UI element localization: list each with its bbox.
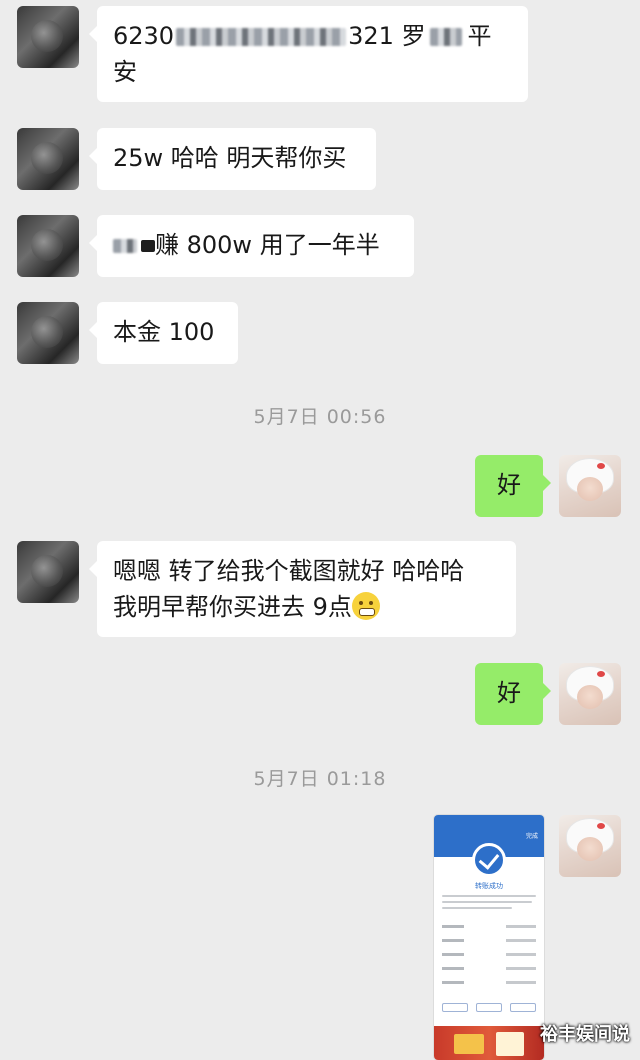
message-bubble[interactable]: 本金 100 [89,302,238,364]
redacted-text [113,239,137,253]
contact-avatar[interactable] [17,128,79,190]
message-text: 25w 哈哈 明天帮你买 [113,144,347,172]
message-text: 安 [113,58,137,86]
account-prefix: 6230 [113,22,175,50]
screenshot-text-line [442,907,512,909]
redacted-text [141,240,155,252]
message-text: 好 [497,471,521,499]
account-suffix: 321 罗 [348,22,426,50]
user-avatar[interactable] [559,663,621,725]
user-avatar[interactable] [559,815,621,877]
screenshot-text-line [442,895,536,897]
screenshot-text-line [442,901,532,903]
screenshot-done-label: 完成 [525,833,538,840]
screenshot-row [442,981,536,985]
message-text: 嗯嗯 转了给我个截图就好 哈哈哈 [113,557,465,585]
message-text: 平 [467,22,492,50]
message-bubble[interactable]: 好 [475,663,551,725]
screenshot-row [442,967,536,971]
contact-avatar[interactable] [17,302,79,364]
message-bubble[interactable]: 25w 哈哈 明天帮你买 [89,128,376,190]
message-bubble[interactable]: 6230 321 罗 平 安 [89,6,528,102]
message-bubble[interactable]: 嗯嗯 转了给我个截图就好 哈哈哈 我明早帮你买进去 9点 [89,541,516,637]
screenshot-banner [434,1026,544,1060]
screenshot-title: 转账成功 [475,882,503,890]
redacted-text [176,28,347,46]
screenshot-button [476,1003,502,1012]
timestamp: 5月7日 01:18 [253,768,387,790]
screenshot-row [442,953,536,957]
screenshot-row [442,925,536,929]
contact-avatar[interactable] [17,6,79,68]
timestamp: 5月7日 00:56 [253,406,387,428]
grimace-emoji-icon [351,592,380,620]
screenshot-row [442,939,536,943]
contact-avatar[interactable] [17,541,79,603]
message-bubble[interactable]: 赚 800w 用了一年半 [89,215,414,277]
message-text: 本金 100 [113,318,215,346]
watermark: 裕丰娱间说 [540,1024,630,1045]
screenshot-button [442,1003,468,1012]
check-icon [472,843,506,877]
redacted-text [429,28,462,46]
message-text: 好 [497,679,521,707]
screenshot-button [510,1003,536,1012]
message-bubble[interactable]: 好 [475,455,551,517]
message-text: 赚 800w 用了一年半 [155,231,380,259]
user-avatar[interactable] [559,455,621,517]
transfer-screenshot-image[interactable]: 完成 转账成功 [434,815,544,1060]
contact-avatar[interactable] [17,215,79,277]
message-text: 我明早帮你买进去 9点 [113,593,352,621]
